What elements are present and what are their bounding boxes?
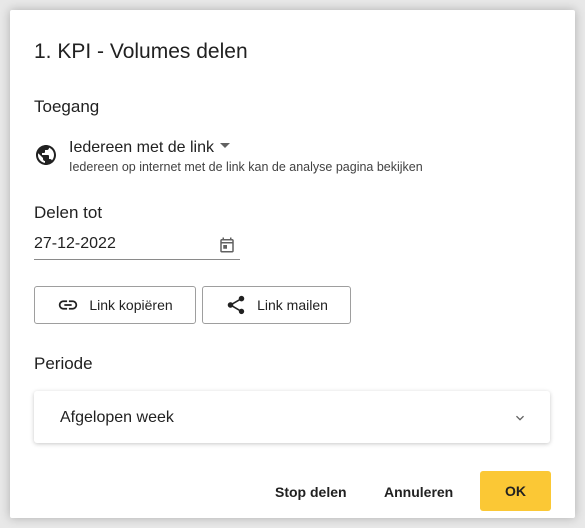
period-selected-value: Afgelopen week: [60, 409, 174, 426]
globe-icon: [36, 145, 56, 165]
share-dialog: 1. KPI - Volumes delen Toegang Iedereen …: [10, 10, 575, 518]
copy-link-button[interactable]: Link kopiëren: [34, 286, 196, 324]
stop-sharing-button[interactable]: Stop delen: [275, 482, 347, 502]
period-label: Periode: [34, 354, 93, 373]
ok-button[interactable]: OK: [480, 471, 551, 511]
caret-down-icon: [219, 143, 230, 149]
access-selected-label: Iedereen met de link: [69, 139, 214, 156]
chevron-down-icon: [516, 415, 524, 421]
ok-button-label: OK: [505, 483, 526, 499]
mail-link-button[interactable]: Link mailen: [202, 286, 351, 324]
access-dropdown[interactable]: Iedereen met de link: [69, 138, 230, 158]
access-row: Iedereen met de link Iedereen op interne…: [34, 138, 554, 178]
share-until-date-value: 27-12-2022: [34, 235, 116, 252]
copy-link-label: Link kopiëren: [89, 297, 173, 313]
period-select[interactable]: Afgelopen week: [34, 391, 550, 443]
cancel-button[interactable]: Annuleren: [384, 482, 453, 502]
mail-link-label: Link mailen: [257, 297, 328, 313]
access-label: Toegang: [34, 97, 100, 116]
access-description: Iedereen op internet met de link kan de …: [69, 160, 423, 174]
share-until-label: Delen tot: [34, 203, 103, 222]
calendar-icon[interactable]: [218, 236, 236, 254]
share-icon: [227, 295, 245, 315]
link-icon: [59, 300, 78, 310]
share-until-date-field[interactable]: 27-12-2022: [34, 232, 240, 260]
dialog-title: 1. KPI - Volumes delen: [34, 40, 248, 63]
